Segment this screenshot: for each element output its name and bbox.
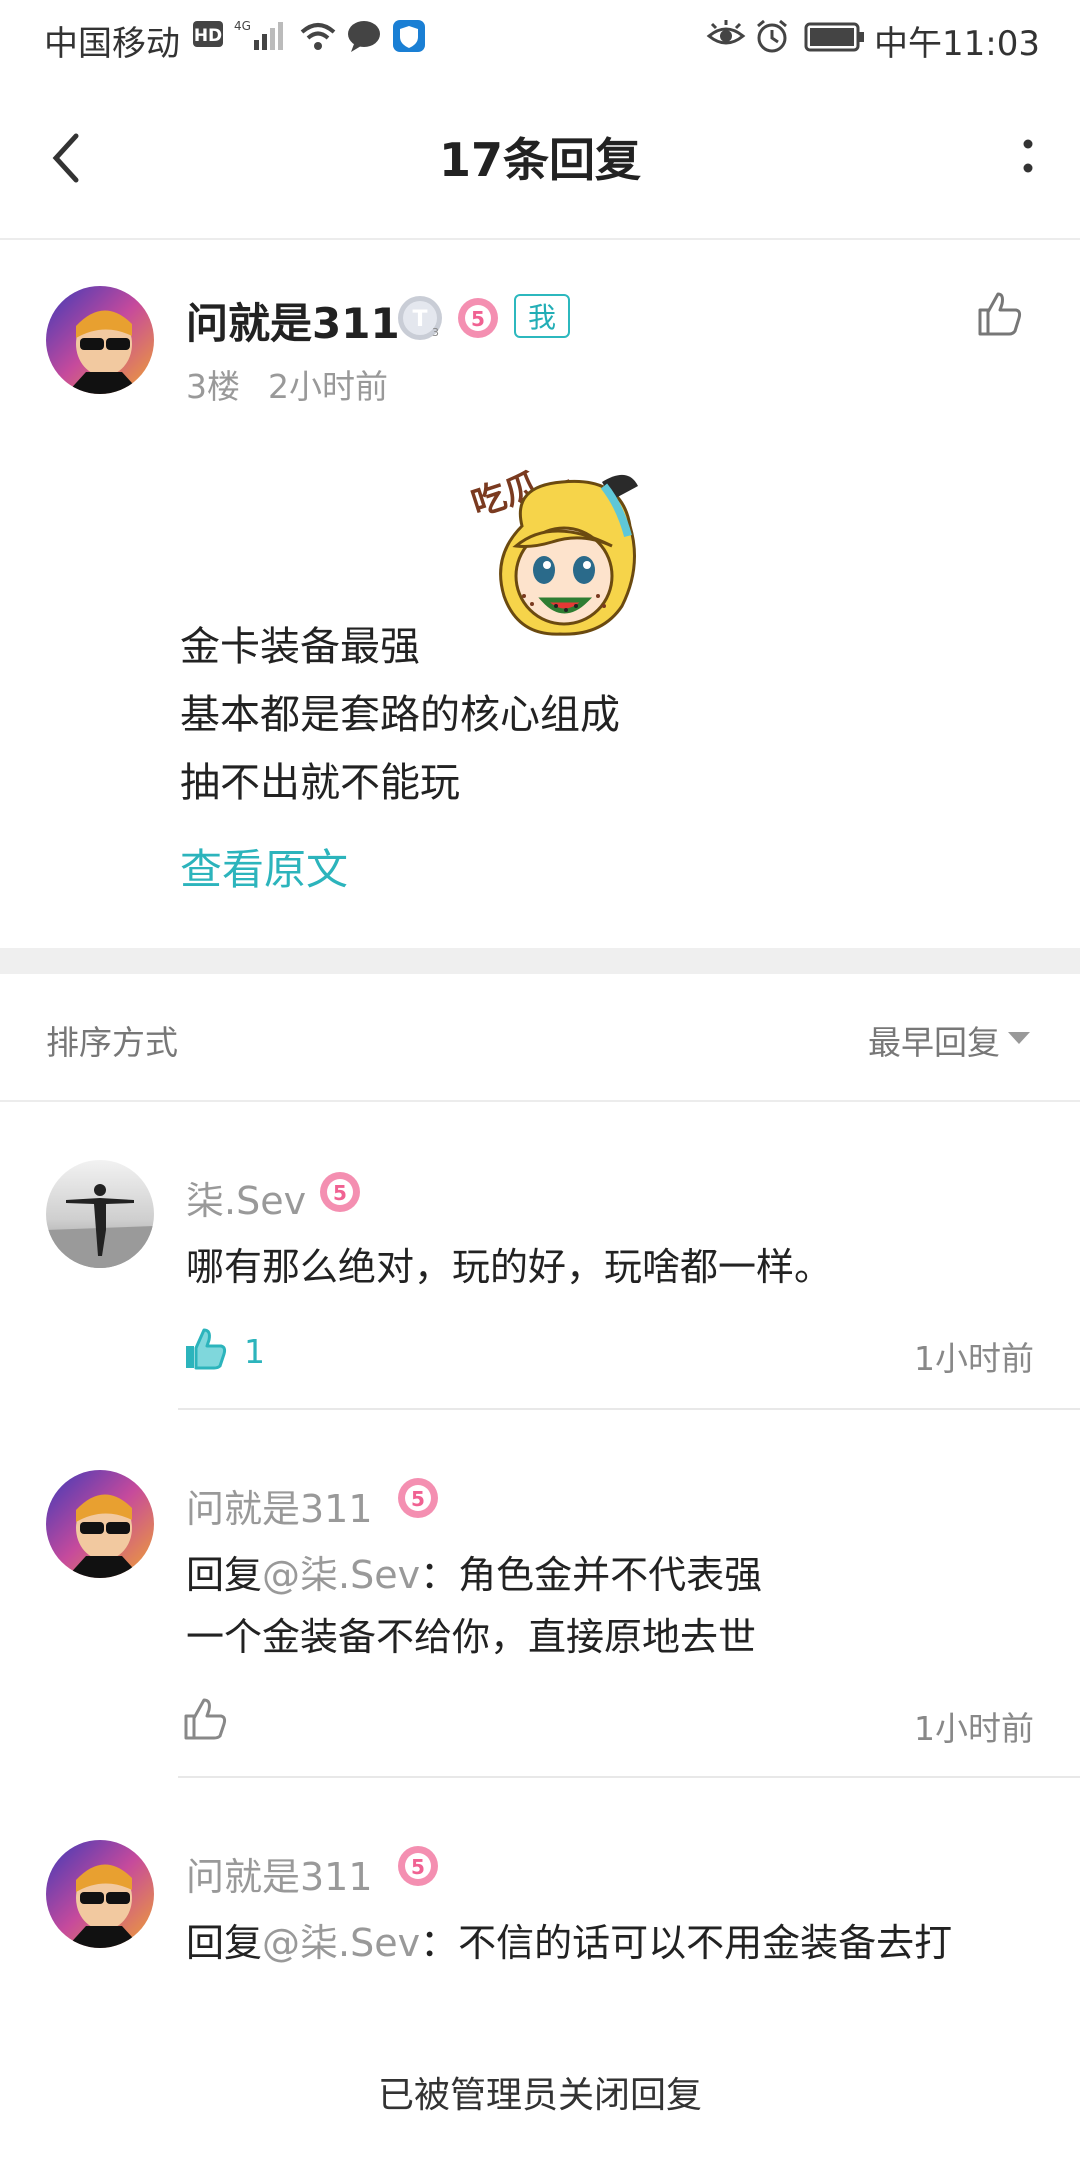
bottom-bar: 已被管理员关闭回复: [0, 2006, 1080, 2160]
reply-text-line: 一个金装备不给你，直接原地去世: [186, 1615, 757, 1659]
post-meta: 3楼 2小时前: [186, 360, 416, 408]
thumb-up-filled-icon: [186, 1328, 227, 1370]
hd-icon: HD: [192, 18, 224, 54]
title-badge-icon: T3: [396, 294, 446, 348]
reply-like-button[interactable]: [182, 1326, 228, 1376]
alarm-icon: [754, 18, 790, 58]
battery-icon: [804, 18, 866, 58]
caret-down-icon[interactable]: [1006, 1030, 1032, 1050]
svg-text:4G: 4G: [234, 19, 251, 33]
reply-like-count: 1: [244, 1332, 265, 1371]
eye-icon: [706, 18, 746, 58]
signal-4g-icon: 4G: [232, 18, 288, 58]
reply-divider: [178, 1776, 1080, 1778]
mention-link[interactable]: @柒.Sev: [262, 1553, 420, 1597]
reply-avatar[interactable]: [46, 1840, 154, 1948]
sort-dropdown[interactable]: 最早回复: [868, 1016, 1000, 1064]
reply-author-name[interactable]: 问就是311: [186, 1478, 373, 1533]
message-icon: [346, 18, 382, 58]
reply-text: 哪有那么绝对，玩的好，玩啥都一样。: [186, 1245, 833, 1289]
page-title: 17条回复: [438, 133, 641, 187]
post-author-avatar[interactable]: [46, 286, 154, 394]
reply-prefix: 回复: [186, 1921, 263, 1965]
reply-prefix: 回复: [186, 1553, 263, 1597]
post-time: 2小时前: [268, 367, 388, 406]
status-bar: 中国移动 HD 4G 中午11:03: [0, 0, 1080, 76]
section-divider: [0, 948, 1080, 974]
svg-text:5: 5: [411, 1855, 425, 1879]
svg-text:5: 5: [333, 1181, 347, 1205]
reply-text-line: ：角色金并不代表强: [420, 1553, 763, 1597]
wifi-icon: [298, 18, 338, 58]
clock: 中午11:03: [874, 24, 1040, 64]
thumb-up-icon: [184, 1698, 227, 1740]
level-badge-icon: 5: [396, 1844, 440, 1892]
level-badge-icon: 5: [456, 296, 500, 344]
post-text-line: 抽不出就不能玩: [180, 760, 460, 806]
more-vertical-icon: [1023, 139, 1033, 173]
reply-text: 回复@柒.Sev：角色金并不代表强 一个金装备不给你，直接原地去世: [186, 1544, 762, 1668]
view-original-link[interactable]: 查看原文: [180, 836, 348, 897]
reply-avatar[interactable]: [46, 1470, 154, 1578]
svg-text:5: 5: [411, 1487, 425, 1511]
reply-text: 回复@柒.Sev：不信的话可以不用金装备去打: [186, 1912, 952, 1974]
carrier-label: 中国移动: [44, 24, 180, 64]
reply-time: 1小时前: [914, 1339, 1034, 1378]
reply-avatar[interactable]: [46, 1160, 154, 1268]
svg-text:HD: HD: [194, 26, 222, 46]
me-badge: 我: [514, 294, 570, 338]
svg-text:3: 3: [432, 326, 439, 339]
level-badge-icon: 5: [318, 1170, 362, 1218]
svg-text:T: T: [412, 307, 427, 332]
post-text-line: 基本都是套路的核心组成: [180, 692, 620, 738]
more-options-button[interactable]: [1016, 126, 1040, 186]
sort-row: 排序方式 最早回复: [0, 974, 1080, 1102]
shield-icon: [392, 18, 426, 58]
floor-label: 3楼: [186, 367, 240, 406]
post-author-name[interactable]: 问就是311: [186, 290, 400, 351]
thumb-up-icon: [978, 292, 1022, 336]
svg-text:5: 5: [471, 307, 485, 331]
reply-author-name[interactable]: 柒.Sev: [186, 1170, 306, 1225]
post-text-line: 金卡装备最强: [180, 624, 420, 670]
reply-like-button[interactable]: [182, 1696, 228, 1746]
sort-label: 排序方式: [46, 1023, 178, 1062]
reply-text-line: ：不信的话可以不用金装备去打: [420, 1921, 953, 1965]
reply-time: 1小时前: [914, 1709, 1034, 1748]
replies-closed-notice: 已被管理员关闭回复: [377, 2075, 702, 2116]
post-like-button[interactable]: [974, 288, 1026, 340]
reply-divider: [178, 1408, 1080, 1410]
level-badge-icon: 5: [396, 1476, 440, 1524]
mention-link[interactable]: @柒.Sev: [262, 1921, 420, 1965]
header: 17条回复: [0, 76, 1080, 240]
sticker-image: 吃瓜…: [452, 446, 672, 676]
reply-author-name[interactable]: 问就是311: [186, 1846, 373, 1901]
